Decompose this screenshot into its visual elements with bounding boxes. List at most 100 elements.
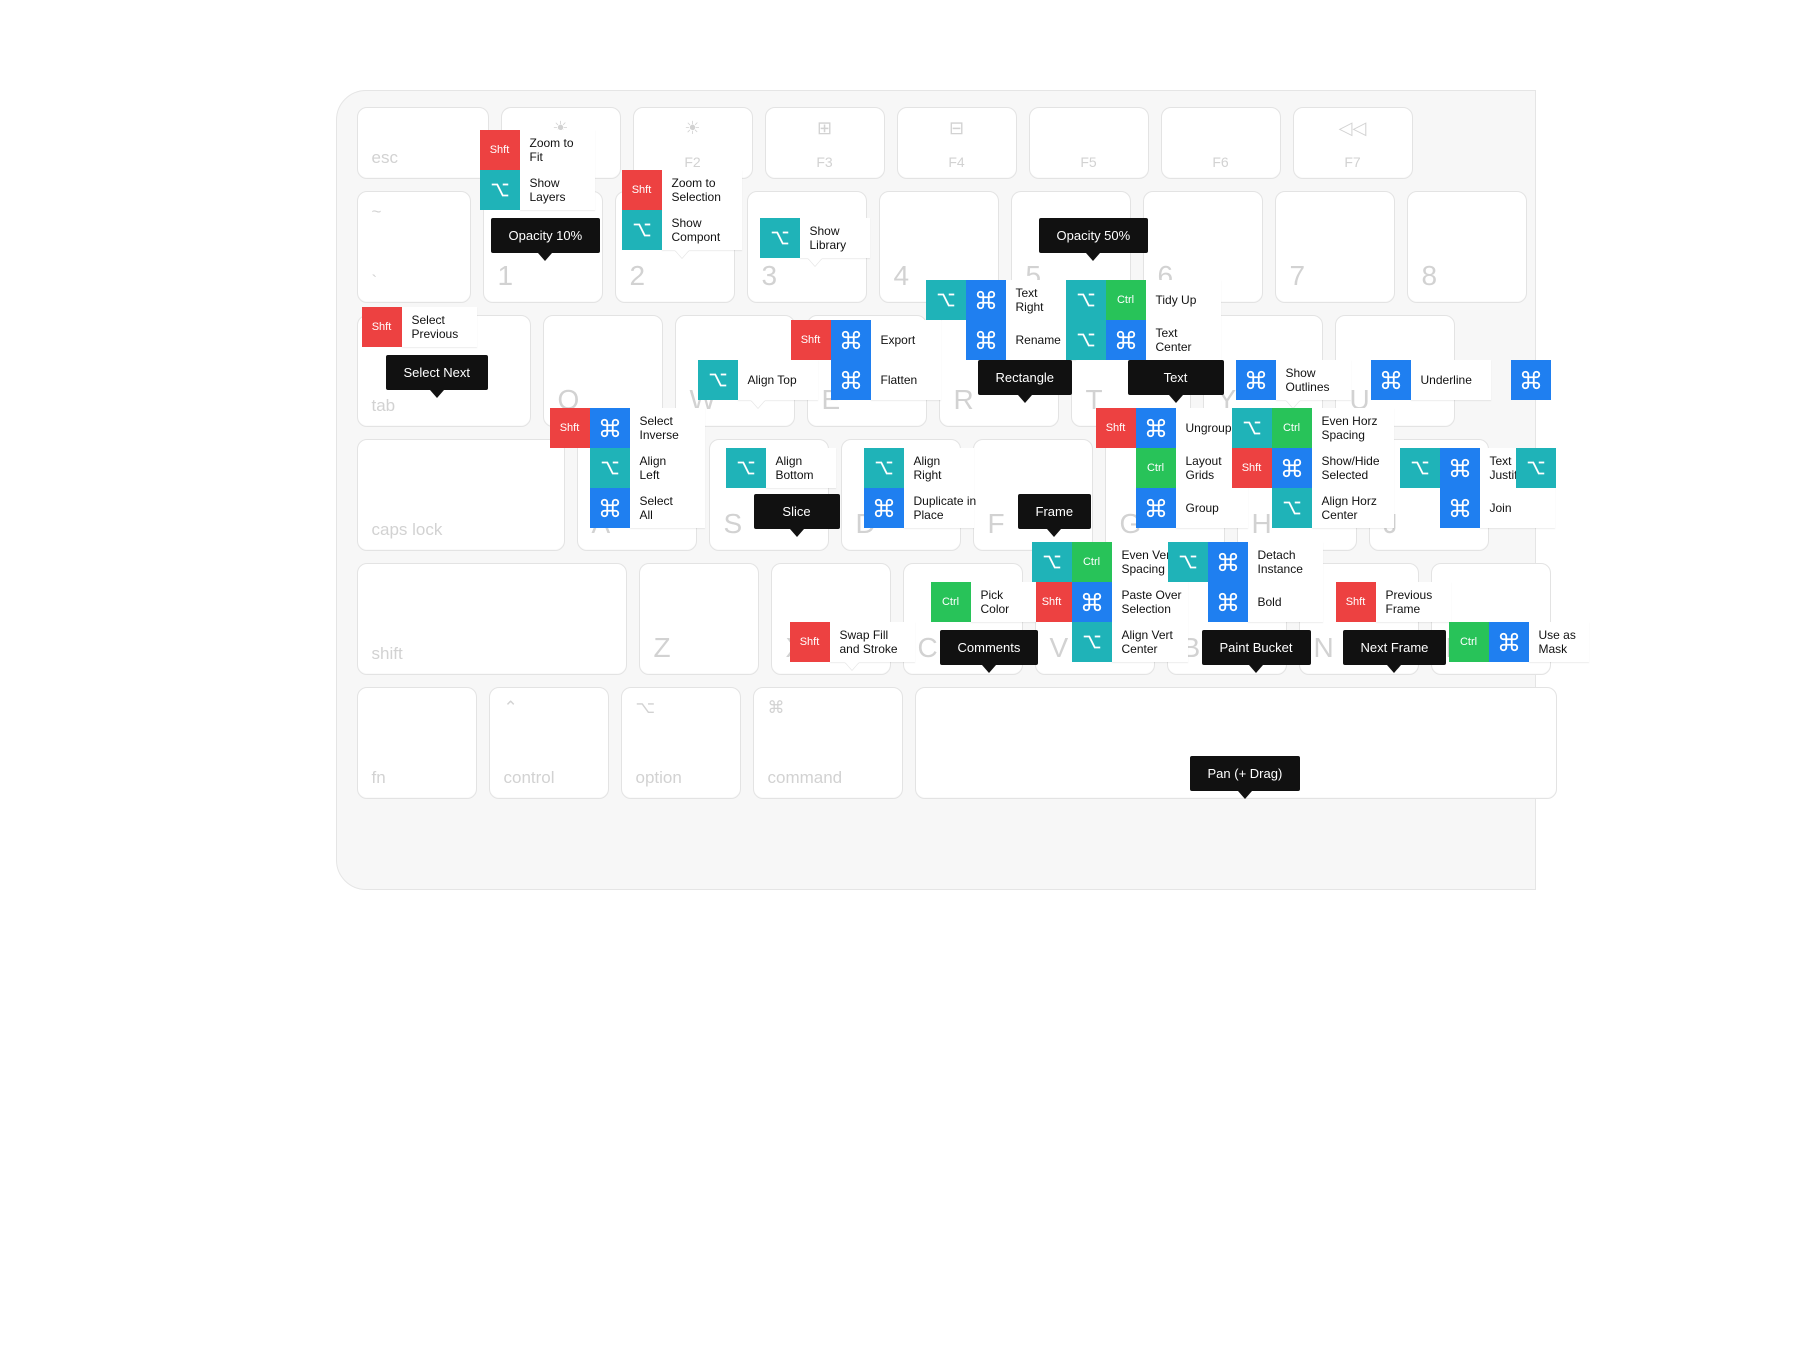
label-align-left: AlignLeft [630, 448, 705, 488]
key: F5 [1029, 107, 1149, 179]
command-chip [1236, 360, 1276, 400]
shift-chip: Shft [480, 130, 520, 170]
label-show-compont: ShowCompont [662, 210, 742, 250]
command-chip [1511, 360, 1551, 400]
shift-chip: Shft [362, 307, 402, 347]
command-chip [966, 280, 1006, 320]
key: ⊟F4 [897, 107, 1017, 179]
key: fn [357, 687, 477, 799]
option-chip [864, 448, 904, 488]
ctrl-chip: Ctrl [1136, 448, 1176, 488]
option-chip [590, 448, 630, 488]
label-underline: Underline [1411, 360, 1491, 400]
command-chip [864, 488, 904, 528]
label-align-right: AlignRight [904, 448, 974, 488]
command-chip [1136, 488, 1176, 528]
label-rectangle: Rectangle [978, 360, 1073, 395]
key: option⌥ [621, 687, 741, 799]
command-chip [1371, 360, 1411, 400]
label-zoom-fit: Zoom toFit [520, 130, 595, 170]
label-export: Export [871, 320, 941, 360]
option-chip [1066, 320, 1106, 360]
key: command⌘ [753, 687, 903, 799]
command-chip [1208, 542, 1248, 582]
option-chip [622, 210, 662, 250]
label-align-bottom: AlignBottom [766, 448, 836, 488]
command-chip [590, 488, 630, 528]
label-frame: Frame [1018, 494, 1092, 529]
label-use-mask: Use asMask [1529, 622, 1589, 662]
shortcut-diagram: esc☀︎F1☀F2⊞F3⊟F4F5F6◁◁F7 `~12345678 tabQ… [266, 0, 1536, 920]
command-chip [1072, 582, 1112, 622]
label-swap-fill: Swap Filland Stroke [830, 622, 915, 662]
label-slice: Slice [754, 494, 840, 529]
label-comments: Comments [940, 630, 1039, 665]
label-detach: DetachInstance [1248, 542, 1323, 582]
option-chip [698, 360, 738, 400]
label-select-inverse: SelectInverse [630, 408, 705, 448]
label-dup-in-place: Duplicate inPlace [904, 488, 974, 528]
command-chip [590, 408, 630, 448]
label-join: Join [1480, 488, 1555, 528]
command-chip [831, 320, 871, 360]
key: 7 [1275, 191, 1395, 303]
label-show-hide-sel: Show/HideSelected [1312, 448, 1394, 488]
label-even-horz: Even HorzSpacing [1312, 408, 1394, 448]
shift-chip: Shft [1096, 408, 1136, 448]
option-chip [1066, 280, 1106, 320]
label-select-prev: SelectPrevious [402, 307, 477, 347]
label-opacity-10: Opacity 10% [491, 218, 601, 253]
option-chip [760, 218, 800, 258]
label-select-all: SelectAll [630, 488, 705, 528]
label-align-horz-ctr: Align HorzCenter [1312, 488, 1394, 528]
label-text: Text [1128, 360, 1224, 395]
ctrl-chip: Ctrl [931, 582, 971, 622]
label-show-outlines: ShowOutlines [1276, 360, 1351, 400]
label-align-vert-ctr: Align VertCenter [1112, 622, 1188, 662]
command-chip [1208, 582, 1248, 622]
key: control⌃ [489, 687, 609, 799]
option-chip [1272, 488, 1312, 528]
command-chip [1440, 488, 1480, 528]
option-chip [1400, 448, 1440, 488]
bottom-row: fncontrol⌃option⌥command⌘ [357, 687, 1535, 797]
command-chip [1489, 622, 1529, 662]
ctrl-chip: Ctrl [1272, 408, 1312, 448]
option-chip [726, 448, 766, 488]
label-show-library: ShowLibrary [800, 218, 870, 258]
label-bold: Bold [1248, 582, 1323, 622]
label-flatten: Flatten [871, 360, 941, 400]
key: shift [357, 563, 627, 675]
key: F6 [1161, 107, 1281, 179]
key: ◁◁F7 [1293, 107, 1413, 179]
key: 8 [1407, 191, 1527, 303]
shift-chip: Shft [1232, 448, 1272, 488]
shift-chip: Shft [1032, 582, 1072, 622]
command-chip [1272, 448, 1312, 488]
label-prev-frame: PreviousFrame [1376, 582, 1451, 622]
shift-chip: Shft [791, 320, 831, 360]
label-tidy-up: Tidy Up [1146, 280, 1221, 320]
label-pick-color: PickColor [971, 582, 1036, 622]
ctrl-chip: Ctrl [1072, 542, 1112, 582]
command-chip [1440, 448, 1480, 488]
label-select-next: Select Next [386, 355, 488, 390]
label-next-frame: Next Frame [1343, 630, 1447, 665]
option-chip [1168, 542, 1208, 582]
command-chip [966, 320, 1006, 360]
shift-chip: Shft [622, 170, 662, 210]
label-paint-bucket: Paint Bucket [1202, 630, 1311, 665]
option-chip [1516, 448, 1556, 488]
command-chip [1136, 408, 1176, 448]
option-chip [1032, 542, 1072, 582]
shift-chip: Shft [790, 622, 830, 662]
key: `~ [357, 191, 471, 303]
command-chip [1106, 320, 1146, 360]
label-show-layers: ShowLayers [520, 170, 595, 210]
key: caps lock [357, 439, 565, 551]
shift-chip: Shft [1336, 582, 1376, 622]
key: Z [639, 563, 759, 675]
option-chip [926, 280, 966, 320]
option-chip [1072, 622, 1112, 662]
label-pan: Pan (+ Drag) [1190, 756, 1301, 791]
